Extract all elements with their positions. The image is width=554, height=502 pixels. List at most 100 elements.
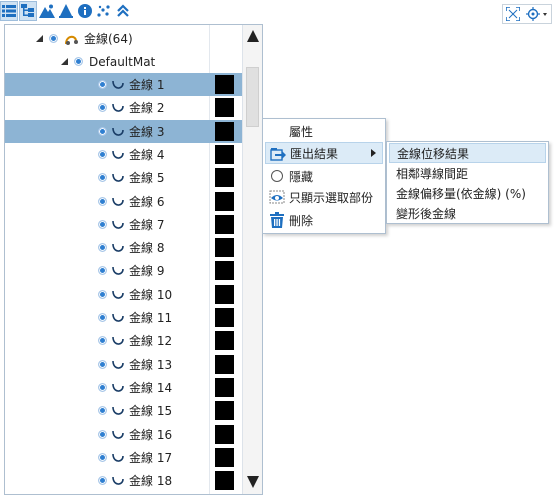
info-button[interactable] [76,1,94,21]
menu-item-delete[interactable]: 刪除 [265,209,383,231]
terrain-button[interactable] [38,1,56,21]
visibility-radio-icon[interactable] [98,383,107,392]
scroll-down-arrow-icon[interactable] [247,476,259,488]
color-swatch[interactable] [215,145,234,164]
color-swatch[interactable] [215,122,234,141]
visibility-radio-icon[interactable] [98,173,107,182]
tree-structure-button[interactable] [19,1,37,21]
color-swatch[interactable] [215,378,234,397]
wire-item-row[interactable]: 金線 5 [5,166,242,189]
wire-item-label: 金線 11 [129,311,173,325]
visibility-radio-icon[interactable] [98,243,107,252]
scroll-thumb[interactable] [246,67,259,127]
submenu-item-wire-displacement[interactable]: 金線位移結果 [389,143,546,163]
cone-button[interactable] [57,1,75,21]
wire-item-row[interactable]: 金線 9 [5,259,242,282]
expand-triangle-icon[interactable] [61,58,68,65]
color-swatch[interactable] [215,285,234,304]
visibility-radio-icon[interactable] [98,406,107,415]
wire-group-icon [65,35,78,45]
visibility-radio-icon[interactable] [98,127,107,136]
wire-item-row[interactable]: 金線 11 [5,306,242,329]
wire-item-row[interactable]: 金線 17 [5,446,242,469]
wire-item-label: 金線 17 [129,451,173,465]
wire-item-row[interactable]: 金線 16 [5,423,242,446]
submenu-item-wire-offset-percent[interactable]: 金線偏移量(依金線) (%) [389,183,546,203]
wire-item-row[interactable]: 金線 3 [5,120,242,143]
wire-item-row[interactable]: 金線 7 [5,213,242,236]
visibility-radio-icon[interactable] [98,360,107,369]
list-view-icon [2,5,16,17]
submenu-item-deformed-wire[interactable]: 變形後金線 [389,203,546,223]
color-swatch[interactable] [215,331,234,350]
scroll-up-arrow-icon[interactable] [247,30,259,42]
wire-item-row[interactable]: 金線 15 [5,399,242,422]
visibility-radio-icon[interactable] [98,103,107,112]
fit-extents-icon[interactable] [506,7,520,21]
color-swatch[interactable] [215,192,234,211]
menu-item-hide[interactable]: 隱藏 [265,165,383,187]
material-label: DefaultMat [89,54,156,69]
model-tree: 金線(64) DefaultMat 金線 1 金線 2 金線 3 金線 4 金線 5 金線… [5,25,242,494]
visibility-radio-icon[interactable] [98,220,107,229]
submenu-item-label: 金線偏移量(依金線) (%) [396,186,526,201]
wire-curve-icon [112,266,124,275]
wire-curve-icon [112,290,124,299]
color-swatch[interactable] [215,425,234,444]
color-swatch[interactable] [215,98,234,117]
color-swatch[interactable] [215,75,234,94]
visibility-radio-icon[interactable] [98,476,107,485]
wire-item-row[interactable]: 金線 14 [5,376,242,399]
mountain-terrain-icon [39,4,55,18]
visibility-radio-icon[interactable] [98,430,107,439]
visibility-radio-icon[interactable] [98,336,107,345]
visibility-radio-icon[interactable] [74,57,83,66]
color-swatch[interactable] [215,401,234,420]
menu-item-label: 只顯示選取部份 [289,190,374,205]
wire-item-row[interactable]: 金線 10 [5,283,242,306]
collapse-button[interactable] [114,1,132,21]
scatter-points-button[interactable] [95,1,113,21]
scatter-points-icon [97,5,110,17]
visibility-radio-icon[interactable] [98,150,107,159]
visibility-radio-icon[interactable] [98,80,107,89]
trash-icon [269,212,285,228]
wire-item-label: 金線 8 [129,241,165,255]
color-swatch[interactable] [215,261,234,280]
wire-item-row[interactable]: 金線 12 [5,329,242,352]
color-swatch[interactable] [215,448,234,467]
vertical-scrollbar[interactable] [242,25,262,494]
visibility-radio-icon[interactable] [98,313,107,322]
menu-item-show-selected-only[interactable]: 只顯示選取部份 [265,186,383,208]
color-swatch[interactable] [215,238,234,257]
expand-triangle-icon[interactable] [36,35,43,42]
wire-item-row[interactable]: 金線 4 [5,143,242,166]
color-swatch[interactable] [215,471,234,490]
wire-item-row[interactable]: 金線 1 [5,73,242,96]
target-dropdown-icon[interactable] [526,7,548,21]
wire-item-row[interactable]: 金線 13 [5,353,242,376]
wire-item-row[interactable]: 金線 8 [5,236,242,259]
color-swatch[interactable] [215,308,234,327]
list-view-button[interactable] [0,1,18,21]
color-swatch[interactable] [215,168,234,187]
color-swatch[interactable] [215,215,234,234]
wire-item-row[interactable]: 金線 18 [5,469,242,492]
visibility-radio-icon[interactable] [98,266,107,275]
visibility-radio-icon[interactable] [98,197,107,206]
color-swatch[interactable] [215,355,234,374]
wire-item-row[interactable]: 金線 6 [5,190,242,213]
wire-curve-icon [112,197,124,206]
visibility-radio-icon[interactable] [98,290,107,299]
material-row[interactable]: DefaultMat [5,50,242,73]
menu-item-export-results[interactable]: 匯出結果 [265,142,383,164]
menu-item-properties[interactable]: 屬性 [265,120,383,142]
visibility-radio-icon[interactable] [49,34,58,43]
wire-item-row[interactable]: 金線 2 [5,96,242,119]
tree-root-row[interactable]: 金線(64) [5,27,242,50]
wire-item-label: 金線 15 [129,404,173,418]
submenu-item-adjacent-wire-spacing[interactable]: 相鄰導線間距 [389,163,546,183]
tree-root-label: 金線(64) [84,32,133,46]
model-tree-panel: 金線(64) DefaultMat 金線 1 金線 2 金線 3 金線 4 金線 5 金線… [4,24,263,495]
visibility-radio-icon[interactable] [98,453,107,462]
